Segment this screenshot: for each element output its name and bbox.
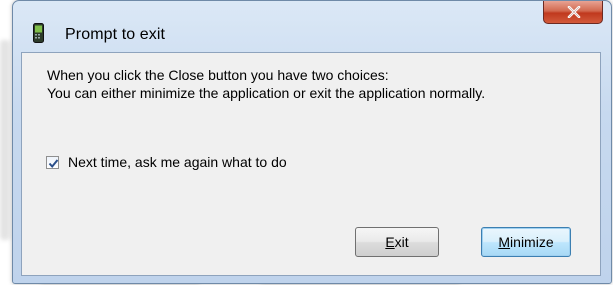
dialog-content: When you click the Close button you have… — [21, 52, 601, 276]
window-title: Prompt to exit — [65, 26, 166, 43]
close-button[interactable] — [543, 1, 603, 24]
title-bar[interactable]: Prompt to exit — [13, 1, 611, 45]
phone-app-icon — [33, 23, 44, 43]
minimize-button[interactable]: Minimize — [481, 227, 571, 257]
exit-button[interactable]: Exit — [355, 227, 439, 257]
checkmark-icon — [48, 158, 59, 168]
minimize-button-label: Minimize — [498, 234, 554, 250]
message-line-1: When you click the Close button you have… — [47, 67, 389, 83]
close-icon — [567, 6, 581, 18]
ask-again-option[interactable]: Next time, ask me again what to do — [46, 153, 287, 171]
ask-again-checkbox[interactable] — [46, 155, 59, 169]
background-blur — [0, 40, 10, 240]
message-line-2: You can either minimize the application … — [47, 85, 486, 101]
exit-button-label: Exit — [385, 234, 409, 250]
ask-again-label[interactable]: Next time, ask me again what to do — [68, 154, 287, 170]
message-text: When you click the Close button you have… — [47, 66, 485, 102]
dialog-window: Prompt to exit When you click the Close … — [12, 0, 612, 284]
